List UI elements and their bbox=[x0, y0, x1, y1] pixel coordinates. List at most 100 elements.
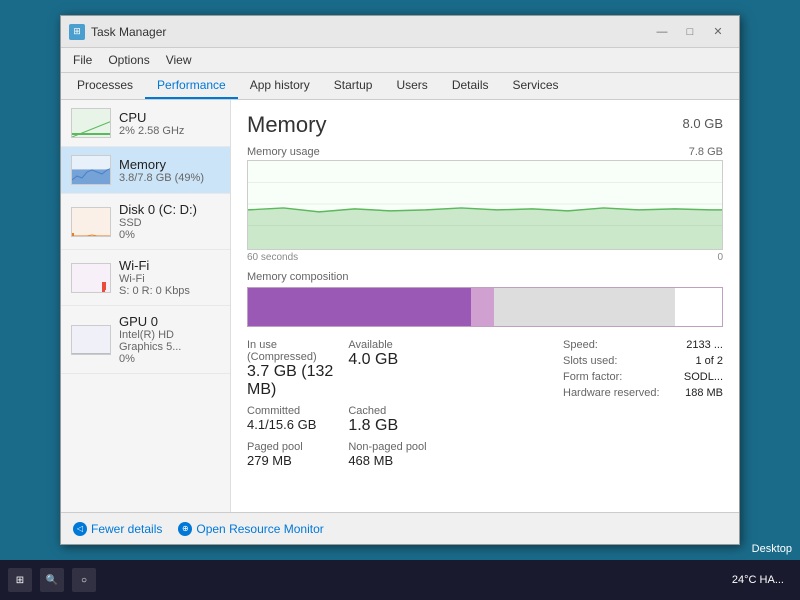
tab-performance[interactable]: Performance bbox=[145, 73, 238, 99]
disk-info: Disk 0 (C: D:) SSD 0% bbox=[119, 202, 197, 241]
committed-stat: Committed 4.1/15.6 GB bbox=[247, 405, 336, 435]
sidebar-item-memory[interactable]: Memory 3.8/7.8 GB (49%) bbox=[61, 147, 230, 194]
wifi-sub2: S: 0 R: 0 Kbps bbox=[119, 285, 190, 297]
comp-standby bbox=[494, 288, 674, 326]
cpu-sub: 2% 2.58 GHz bbox=[119, 125, 184, 137]
paged-pool-stat: Paged pool 279 MB bbox=[247, 441, 336, 468]
form-row: Form factor: SODL... bbox=[563, 371, 723, 383]
taskbar-icons: ⊞ 🔍 ○ bbox=[8, 568, 96, 592]
comp-in-use bbox=[248, 288, 471, 326]
memory-sub: 3.8/7.8 GB (49%) bbox=[119, 172, 204, 184]
memory-usage-chart bbox=[247, 160, 723, 250]
gpu-info: GPU 0 Intel(R) HD Graphics 5... 0% bbox=[119, 314, 220, 365]
available-value: 4.0 GB bbox=[348, 351, 437, 369]
tab-details[interactable]: Details bbox=[440, 73, 501, 99]
memory-total: 8.0 GB bbox=[683, 116, 723, 131]
paged-pool-value: 279 MB bbox=[247, 453, 336, 468]
disk-thumbnail bbox=[71, 207, 111, 237]
composition-bar bbox=[247, 287, 723, 327]
memory-thumbnail bbox=[71, 155, 111, 185]
tabs-bar: Processes Performance App history Startu… bbox=[61, 73, 739, 100]
menu-options[interactable]: Options bbox=[100, 50, 157, 70]
cpu-label: CPU bbox=[119, 110, 184, 125]
slots-row: Slots used: 1 of 2 bbox=[563, 355, 723, 367]
start-button[interactable]: ⊞ bbox=[8, 568, 32, 592]
tab-services[interactable]: Services bbox=[501, 73, 571, 99]
cached-value: 1.8 GB bbox=[348, 417, 437, 435]
taskbar-temp: 24°C HA... bbox=[732, 574, 784, 586]
disk-label: Disk 0 (C: D:) bbox=[119, 202, 197, 217]
resource-monitor-label: Open Resource Monitor bbox=[196, 522, 323, 536]
committed-label: Committed bbox=[247, 405, 336, 417]
cached-stat: Cached 1.8 GB bbox=[348, 405, 437, 435]
slots-label: Slots used: bbox=[563, 355, 617, 367]
speed-value: 2133 ... bbox=[686, 339, 723, 351]
tab-users[interactable]: Users bbox=[384, 73, 439, 99]
taskbar-search[interactable]: 🔍 bbox=[40, 568, 64, 592]
close-button[interactable]: ✕ bbox=[705, 22, 731, 42]
menu-view[interactable]: View bbox=[158, 50, 200, 70]
chart-max-label: 7.8 GB bbox=[689, 146, 723, 158]
non-paged-pool-stat: Non-paged pool 468 MB bbox=[348, 441, 437, 468]
cached-label: Cached bbox=[348, 405, 437, 417]
fewer-details-button[interactable]: ◁ Fewer details bbox=[73, 522, 162, 536]
window-controls: — □ ✕ bbox=[649, 22, 731, 42]
cpu-info: CPU 2% 2.58 GHz bbox=[119, 110, 184, 137]
window-title: Task Manager bbox=[91, 25, 649, 39]
memory-title: Memory bbox=[247, 112, 326, 138]
comp-free bbox=[675, 288, 722, 326]
wifi-info: Wi-Fi Wi-Fi S: 0 R: 0 Kbps bbox=[119, 258, 190, 297]
open-resource-monitor-button[interactable]: ⊕ Open Resource Monitor bbox=[178, 522, 323, 536]
form-value: SODL... bbox=[684, 371, 723, 383]
desktop-label: Desktop bbox=[752, 543, 792, 555]
composition-section: Memory composition bbox=[247, 271, 723, 327]
sidebar-item-cpu[interactable]: CPU 2% 2.58 GHz bbox=[61, 100, 230, 147]
sidebar-item-wifi[interactable]: Wi-Fi Wi-Fi S: 0 R: 0 Kbps bbox=[61, 250, 230, 306]
stats-left: In use (Compressed) 3.7 GB (132 MB) Avai… bbox=[247, 327, 539, 468]
title-bar: ⊞ Task Manager — □ ✕ bbox=[61, 16, 739, 48]
form-label: Form factor: bbox=[563, 371, 622, 383]
memory-info: Memory 3.8/7.8 GB (49%) bbox=[119, 157, 204, 184]
task-manager-window: ⊞ Task Manager — □ ✕ File Options View P… bbox=[60, 15, 740, 545]
content-area: CPU 2% 2.58 GHz Memory 3.8/7.8 GB (49%) bbox=[61, 100, 739, 512]
non-paged-pool-label: Non-paged pool bbox=[348, 441, 437, 453]
taskbar-cortana[interactable]: ○ bbox=[72, 568, 96, 592]
taskbar: ⊞ 🔍 ○ 24°C HA... Desktop bbox=[0, 560, 800, 600]
sidebar-item-gpu[interactable]: GPU 0 Intel(R) HD Graphics 5... 0% bbox=[61, 306, 230, 374]
wifi-thumbnail bbox=[71, 263, 111, 293]
chart-label-row: Memory usage 7.8 GB bbox=[247, 146, 723, 158]
tab-processes[interactable]: Processes bbox=[65, 73, 145, 99]
tab-startup[interactable]: Startup bbox=[322, 73, 385, 99]
fewer-details-label: Fewer details bbox=[91, 522, 162, 536]
speed-label: Speed: bbox=[563, 339, 598, 351]
time-right-label: 0 bbox=[717, 252, 723, 263]
comp-modified bbox=[471, 288, 495, 326]
reserved-label: Hardware reserved: bbox=[563, 387, 660, 399]
app-icon: ⊞ bbox=[69, 24, 85, 40]
wifi-label: Wi-Fi bbox=[119, 258, 190, 273]
reserved-row: Hardware reserved: 188 MB bbox=[563, 387, 723, 399]
minimize-button[interactable]: — bbox=[649, 22, 675, 42]
gpu-thumbnail bbox=[71, 325, 111, 355]
non-paged-pool-value: 468 MB bbox=[348, 453, 437, 468]
tab-app-history[interactable]: App history bbox=[238, 73, 322, 99]
menu-bar: File Options View bbox=[61, 48, 739, 73]
panel-header: Memory 8.0 GB bbox=[247, 112, 723, 138]
in-use-label: In use (Compressed) bbox=[247, 339, 336, 363]
menu-file[interactable]: File bbox=[65, 50, 100, 70]
gpu-label: GPU 0 bbox=[119, 314, 220, 329]
memory-usage-chart-section: Memory usage 7.8 GB bbox=[247, 146, 723, 263]
footer: ◁ Fewer details ⊕ Open Resource Monitor bbox=[61, 512, 739, 544]
resource-monitor-icon: ⊕ bbox=[178, 522, 192, 536]
slots-value: 1 of 2 bbox=[695, 355, 723, 367]
cpu-thumbnail bbox=[71, 108, 111, 138]
memory-label: Memory bbox=[119, 157, 204, 172]
sidebar-item-disk[interactable]: Disk 0 (C: D:) SSD 0% bbox=[61, 194, 230, 250]
available-label: Available bbox=[348, 339, 437, 351]
maximize-button[interactable]: □ bbox=[677, 22, 703, 42]
wifi-sub1: Wi-Fi bbox=[119, 273, 190, 285]
disk-sub1: SSD bbox=[119, 217, 197, 229]
chart-time-labels: 60 seconds 0 bbox=[247, 252, 723, 263]
taskbar-right: 24°C HA... bbox=[732, 574, 792, 586]
available-stat: Available 4.0 GB bbox=[348, 339, 437, 399]
